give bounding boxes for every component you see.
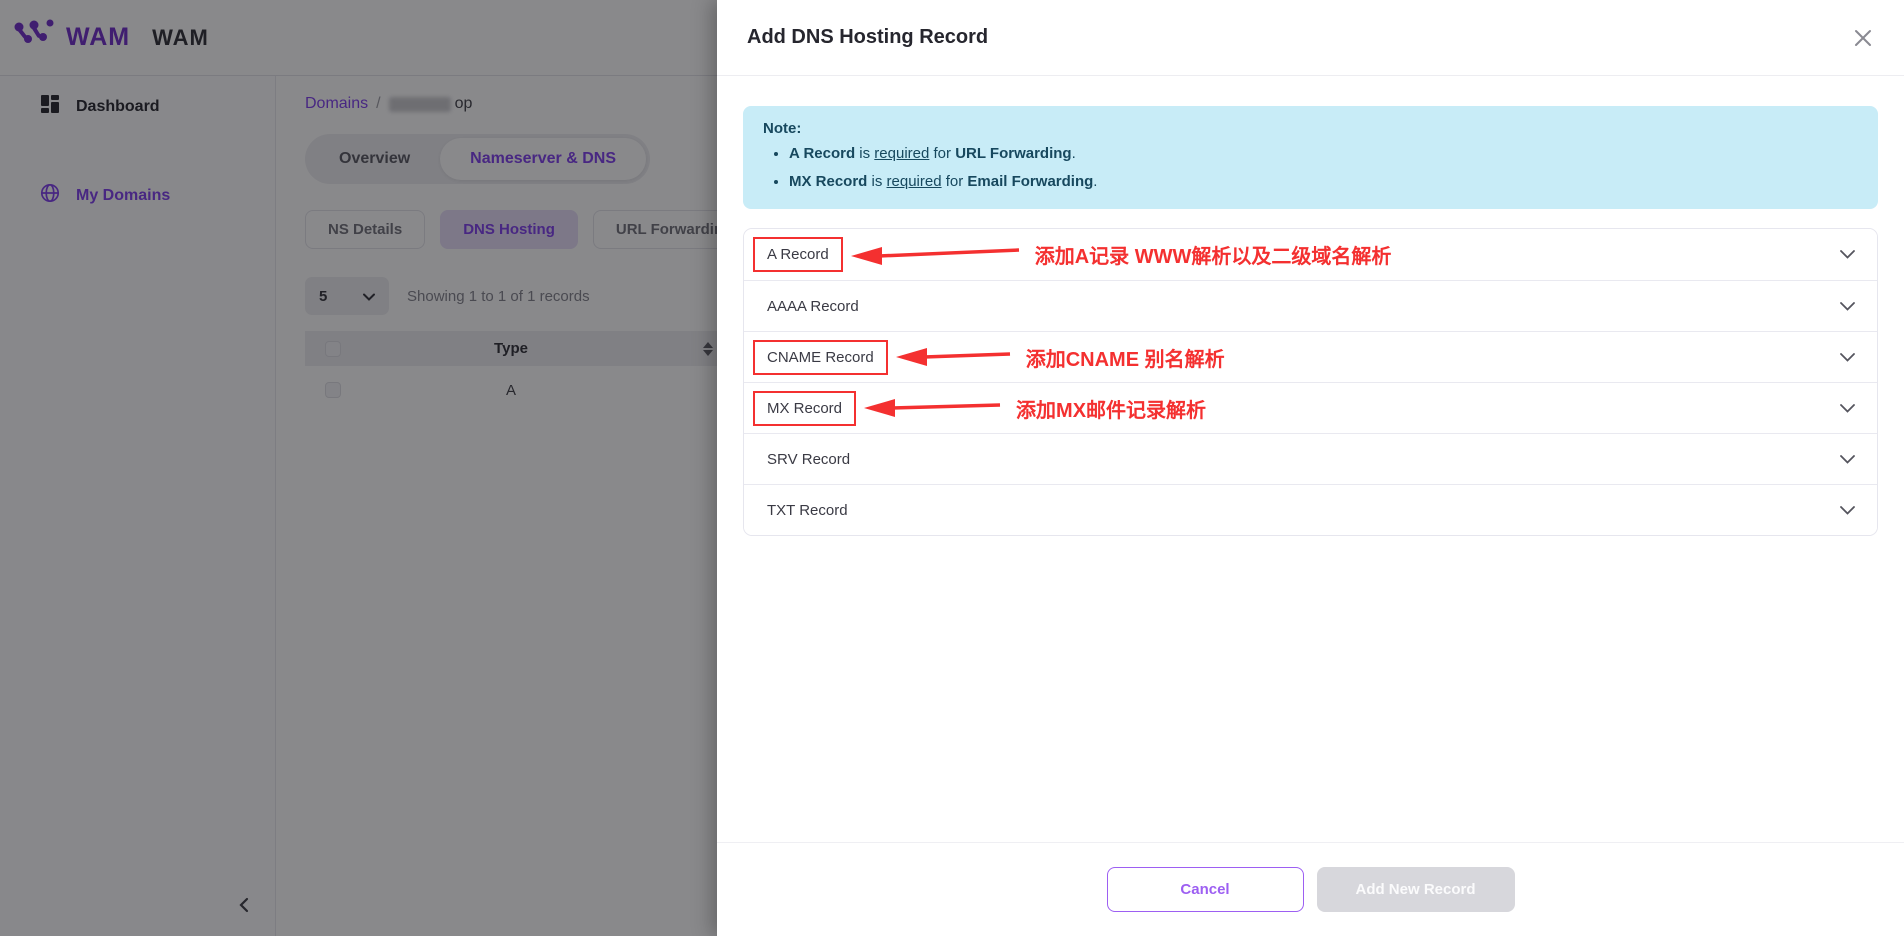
note-box: Note: A Record is required for URL Forwa…	[743, 106, 1878, 209]
annotation-mx-record: 添加MX邮件记录解析	[1016, 394, 1206, 423]
record-type-accordion: A Record 添加A记录 WWW解析以及二级域名解析 AAAA Record…	[743, 228, 1878, 536]
cancel-button[interactable]: Cancel	[1107, 867, 1304, 912]
txt-record-label: TXT Record	[767, 502, 848, 519]
srv-record-label: SRV Record	[767, 451, 850, 468]
modal-title: Add DNS Hosting Record	[747, 26, 988, 49]
add-new-record-button[interactable]: Add New Record	[1317, 867, 1515, 912]
note-heading: Note:	[763, 120, 1858, 137]
chevron-down-icon	[1840, 250, 1855, 259]
accordion-row-a-record[interactable]: A Record 添加A记录 WWW解析以及二级域名解析	[744, 229, 1877, 280]
chevron-down-icon	[1840, 455, 1855, 464]
mx-record-label: MX Record	[753, 391, 856, 426]
annotation-a-record: 添加A记录 WWW解析以及二级域名解析	[1035, 240, 1392, 269]
close-icon[interactable]	[1852, 27, 1874, 49]
aaaa-record-label: AAAA Record	[767, 298, 859, 315]
accordion-row-srv-record[interactable]: SRV Record	[744, 433, 1877, 484]
chevron-down-icon	[1840, 404, 1855, 413]
accordion-row-cname-record[interactable]: CNAME Record 添加CNAME 别名解析	[744, 331, 1877, 382]
cname-record-label: CNAME Record	[753, 340, 888, 375]
modal-header: Add DNS Hosting Record	[717, 0, 1904, 76]
chevron-down-icon	[1840, 506, 1855, 515]
note-bullet-mx-record: MX Record is required for Email Forwardi…	[789, 171, 1858, 194]
accordion-row-aaaa-record[interactable]: AAAA Record	[744, 280, 1877, 331]
note-bullet-a-record: A Record is required for URL Forwarding.	[789, 143, 1858, 166]
modal-body: Note: A Record is required for URL Forwa…	[717, 76, 1904, 536]
annotation-cname-record: 添加CNAME 别名解析	[1026, 343, 1225, 372]
red-arrow-icon	[849, 244, 1021, 266]
red-arrow-icon	[862, 397, 1002, 419]
add-dns-record-modal: Add DNS Hosting Record Note: A Record is…	[717, 0, 1904, 936]
accordion-row-txt-record[interactable]: TXT Record	[744, 484, 1877, 535]
chevron-down-icon	[1840, 353, 1855, 362]
accordion-row-mx-record[interactable]: MX Record 添加MX邮件记录解析	[744, 382, 1877, 433]
modal-footer: Cancel Add New Record	[717, 842, 1904, 936]
chevron-down-icon	[1840, 302, 1855, 311]
a-record-label: A Record	[753, 237, 843, 272]
red-arrow-icon	[894, 346, 1012, 368]
